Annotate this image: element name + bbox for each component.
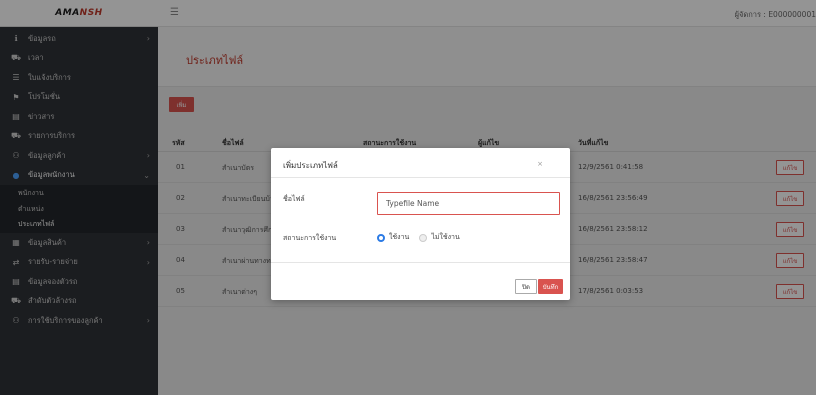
radio-active[interactable] (377, 233, 385, 242)
add-file-type-modal: เพิ่มประเภทไฟล์ × ชื่อไฟล์ สถานะการใช้งา… (271, 148, 570, 300)
file-name-input[interactable] (377, 192, 560, 215)
modal-title: เพิ่มประเภทไฟล์ (283, 161, 338, 170)
close-button[interactable]: ปิด (515, 279, 537, 294)
status-radio-group: ใช้งาน ไม่ใช้งาน (377, 232, 470, 243)
radio-inactive[interactable] (419, 233, 428, 242)
modal-footer: ปิด บันทึก (271, 262, 570, 300)
radio-active-label[interactable]: ใช้งาน (389, 232, 409, 243)
modal-header: เพิ่มประเภทไฟล์ × (271, 148, 570, 178)
file-name-label: ชื่อไฟล์ (283, 195, 305, 203)
close-icon[interactable]: × (537, 160, 543, 168)
status-label: สถานะการใช้งาน (283, 234, 337, 242)
radio-inactive-label[interactable]: ไม่ใช้งาน (431, 232, 459, 243)
save-button[interactable]: บันทึก (538, 279, 563, 294)
